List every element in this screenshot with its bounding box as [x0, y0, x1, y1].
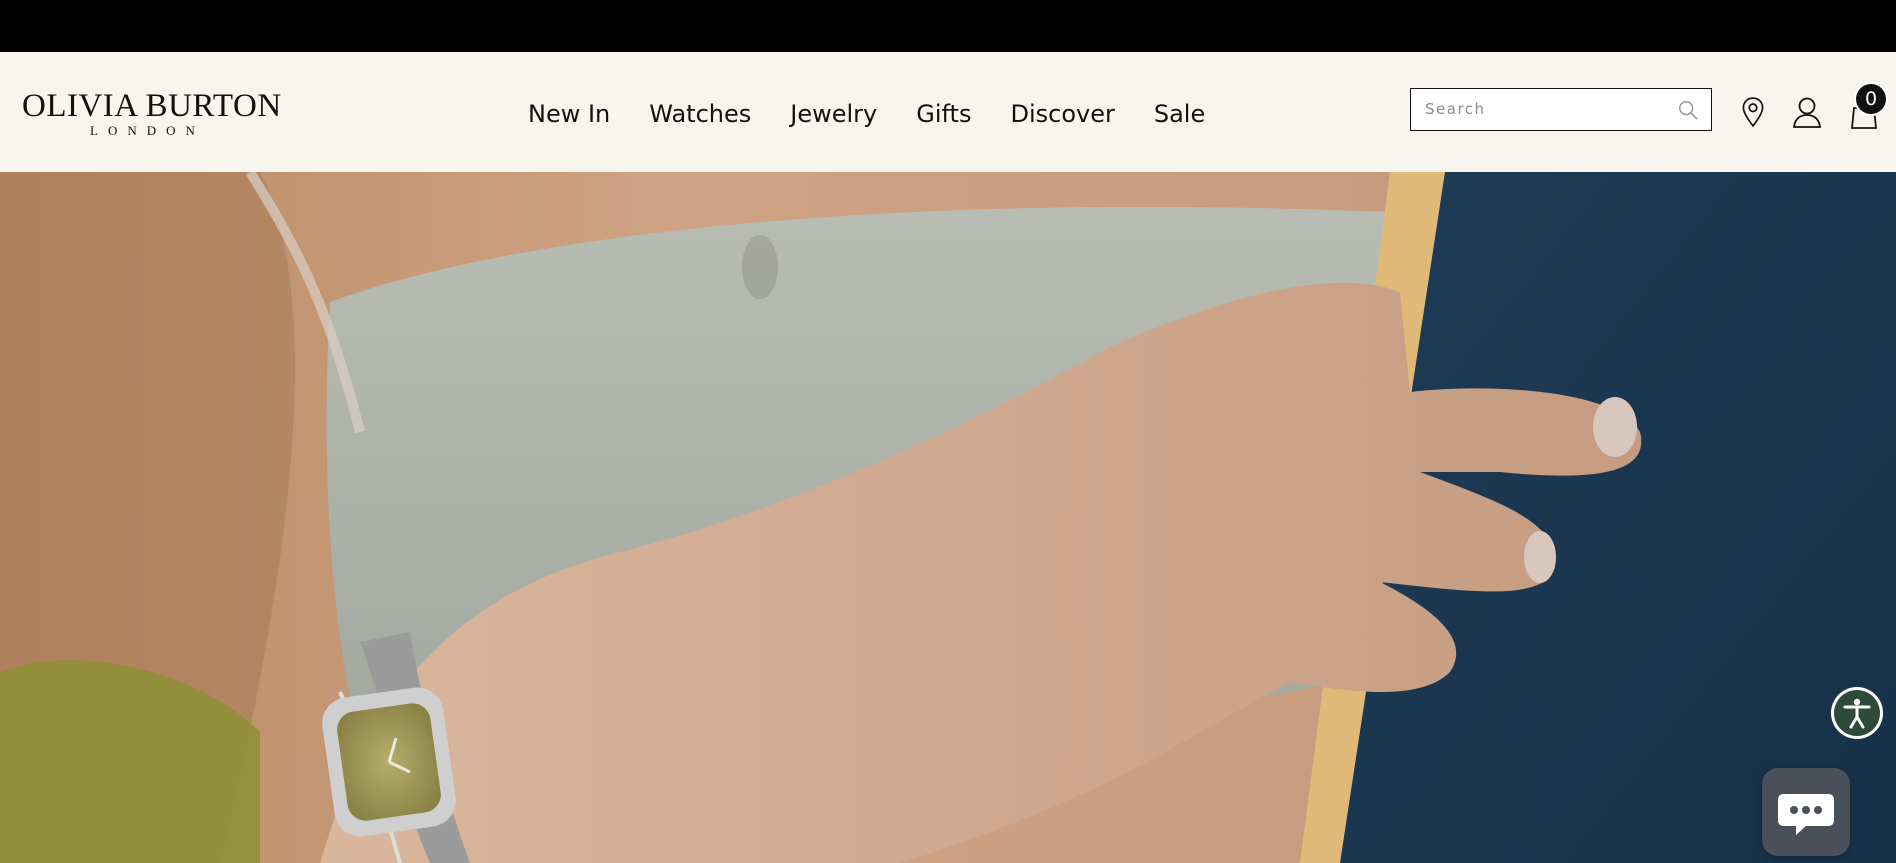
brand-logo[interactable]: OLIVIA BURTON LONDON	[22, 88, 282, 138]
user-icon[interactable]	[1792, 96, 1822, 128]
nav-item-gifts[interactable]: Gifts	[916, 92, 971, 136]
chat-icon	[1778, 794, 1834, 835]
site-header: OLIVIA BURTON LONDON New In Watches Jewe…	[0, 52, 1896, 172]
main-nav: New In Watches Jewelry Gifts Discover Sa…	[528, 92, 1205, 136]
hero-image	[0, 172, 1896, 863]
nav-item-sale[interactable]: Sale	[1154, 92, 1205, 136]
nav-item-new-in[interactable]: New In	[528, 92, 610, 136]
cart-count-badge[interactable]: 0	[1856, 84, 1886, 114]
location-pin-icon[interactable]	[1740, 96, 1766, 128]
search-input[interactable]	[1411, 89, 1665, 129]
nav-item-jewelry[interactable]: Jewelry	[790, 92, 877, 136]
accessibility-button[interactable]	[1834, 690, 1880, 736]
brand-name: OLIVIA BURTON	[22, 88, 282, 124]
search-box	[1410, 88, 1712, 131]
chat-button[interactable]	[1762, 768, 1850, 856]
nav-item-watches[interactable]: Watches	[649, 92, 751, 136]
search-icon[interactable]	[1677, 99, 1699, 121]
announcement-bar	[0, 0, 1896, 52]
hero-banner[interactable]	[0, 172, 1896, 863]
accessibility-icon	[1843, 698, 1871, 729]
nav-item-discover[interactable]: Discover	[1010, 92, 1114, 136]
brand-subtitle: LONDON	[90, 123, 205, 138]
